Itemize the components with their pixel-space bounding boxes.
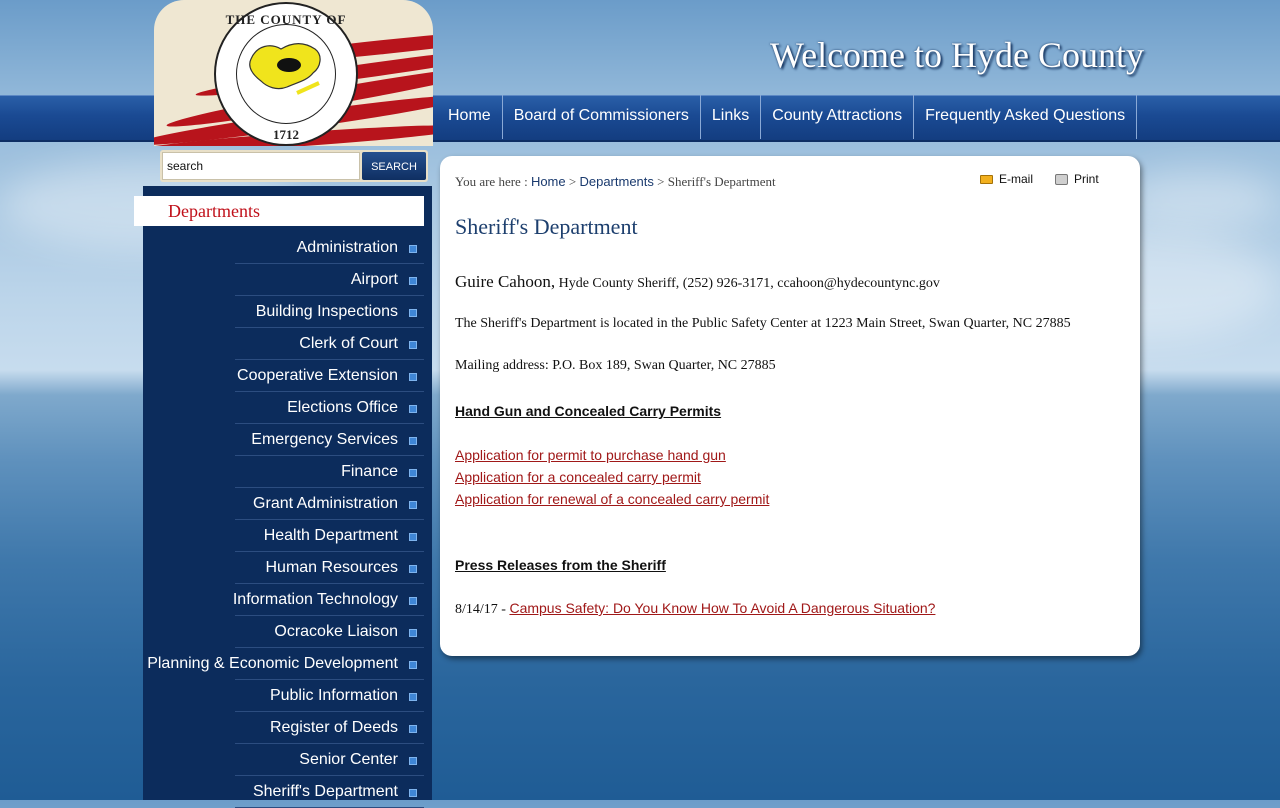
sidebar-menu: Administration Airport Building Inspecti… xyxy=(143,232,432,808)
sidebar-item-ocracoke-liaison[interactable]: Ocracoke Liaison xyxy=(143,616,432,648)
sidebar-item-health-department[interactable]: Health Department xyxy=(143,520,432,552)
sidebar-item-planning-economic-development[interactable]: Planning & Economic Development xyxy=(143,648,432,680)
print-button[interactable]: Print xyxy=(1055,172,1099,186)
bullet-icon xyxy=(409,277,417,285)
bullet-icon xyxy=(409,565,417,573)
sidebar-item-human-resources[interactable]: Human Resources xyxy=(143,552,432,584)
concealed-carry-link[interactable]: Application for a concealed carry permit xyxy=(455,469,701,485)
sidebar-item-clerk-of-court[interactable]: Clerk of Court xyxy=(143,328,432,360)
handgun-permit-link[interactable]: Application for permit to purchase hand … xyxy=(455,447,726,463)
email-icon xyxy=(980,174,993,184)
sidebar-item-label: Ocracoke Liaison xyxy=(274,623,398,640)
bullet-icon xyxy=(409,757,417,765)
sidebar-item-label: Building Inspections xyxy=(255,303,398,320)
bullet-icon xyxy=(409,789,417,797)
sheriff-name: Guire Cahoon, xyxy=(455,272,556,291)
bullet-icon xyxy=(409,469,417,477)
email-label: E-mail xyxy=(999,172,1034,186)
sidebar-item-finance[interactable]: Finance xyxy=(143,456,432,488)
bullet-icon xyxy=(409,437,417,445)
press-date: 8/14/17 - xyxy=(455,602,510,617)
sidebar-item-register-of-deeds[interactable]: Register of Deeds xyxy=(143,712,432,744)
email-button[interactable]: E-mail xyxy=(980,172,1033,186)
sidebar-item-elections-office[interactable]: Elections Office xyxy=(143,392,432,424)
sidebar-item-label: Airport xyxy=(350,271,398,288)
sidebar-item-grant-administration[interactable]: Grant Administration xyxy=(143,488,432,520)
sheriff-details: Hyde County Sheriff, (252) 926-3171, cca… xyxy=(555,276,940,291)
sidebar-item-label: Planning & Economic Development xyxy=(147,655,398,672)
page-title: Sheriff's Department xyxy=(455,214,638,239)
content-panel: You are here : Home > Departments > Sher… xyxy=(440,156,1140,656)
sidebar-item-sheriffs-department[interactable]: Sheriff's Department xyxy=(143,776,432,808)
sidebar-item-label: Sheriff's Department xyxy=(252,783,398,800)
sidebar-item-label: Emergency Services xyxy=(251,431,398,448)
sidebar-item-label: Health Department xyxy=(263,527,398,544)
nav-links[interactable]: Links xyxy=(701,95,762,139)
bullet-icon xyxy=(409,661,417,669)
bullet-icon xyxy=(409,597,417,605)
bullet-icon xyxy=(409,501,417,509)
breadcrumb-home-link[interactable]: Home xyxy=(531,174,566,189)
breadcrumb: You are here : Home > Departments > Sher… xyxy=(455,174,776,190)
nav-county-attractions[interactable]: County Attractions xyxy=(761,95,915,139)
county-map-icon xyxy=(249,43,321,95)
breadcrumb-prefix: You are here : xyxy=(455,174,531,189)
sidebar-item-label: Senior Center xyxy=(299,751,398,768)
sidebar-item-label: Grant Administration xyxy=(253,495,398,512)
breadcrumb-separator: > xyxy=(653,174,668,189)
welcome-heading: Welcome to Hyde County xyxy=(770,35,1145,75)
sidebar-heading: Departments xyxy=(134,196,424,226)
sidebar-item-information-technology[interactable]: Information Technology xyxy=(143,584,432,616)
breadcrumb-current: Sheriff's Department xyxy=(667,174,776,189)
press-release-item: 8/14/17 - Campus Safety: Do You Know How… xyxy=(455,600,935,618)
sidebar-item-public-information[interactable]: Public Information xyxy=(143,680,432,712)
bullet-icon xyxy=(409,693,417,701)
page-tools: E-mail Print xyxy=(980,172,1099,186)
sidebar-item-label: Cooperative Extension xyxy=(237,367,398,384)
mailing-address: Mailing address: P.O. Box 189, Swan Quar… xyxy=(455,358,776,373)
sidebar-item-label: Finance xyxy=(341,463,398,480)
bullet-icon xyxy=(409,533,417,541)
nav-faq[interactable]: Frequently Asked Questions xyxy=(914,95,1138,139)
print-label: Print xyxy=(1074,172,1099,186)
top-nav: Home Board of Commissioners Links County… xyxy=(437,95,1138,139)
bullet-icon xyxy=(409,725,417,733)
sidebar-item-label: Clerk of Court xyxy=(299,335,398,352)
seal-inner-ring xyxy=(236,24,336,124)
bullet-icon xyxy=(409,341,417,349)
concealed-carry-renewal-link[interactable]: Application for renewal of a concealed c… xyxy=(455,491,769,507)
nav-board-of-commissioners[interactable]: Board of Commissioners xyxy=(503,95,701,139)
sidebar-item-emergency-services[interactable]: Emergency Services xyxy=(143,424,432,456)
sidebar-item-label: Human Resources xyxy=(265,559,399,576)
bullet-icon xyxy=(409,309,417,317)
sidebar-item-label: Register of Deeds xyxy=(269,719,398,736)
search-input[interactable] xyxy=(162,152,360,180)
county-seal: THE COUNTY OF HYDE 1712 xyxy=(214,2,358,146)
sidebar-item-label: Public Information xyxy=(269,687,398,704)
seal-year: 1712 xyxy=(273,127,299,142)
sidebar-item-airport[interactable]: Airport xyxy=(143,264,432,296)
breadcrumb-departments-link[interactable]: Departments xyxy=(579,174,653,189)
nav-home[interactable]: Home xyxy=(437,95,503,139)
bullet-icon xyxy=(409,245,417,253)
sidebar-item-label: Elections Office xyxy=(287,399,398,416)
sidebar-item-administration[interactable]: Administration xyxy=(143,232,432,264)
sidebar-item-label: Information Technology xyxy=(232,591,398,608)
bullet-icon xyxy=(409,629,417,637)
sheriff-contact: Guire Cahoon, Hyde County Sheriff, (252)… xyxy=(455,272,940,292)
background-cloud xyxy=(1120,170,1280,230)
sidebar-item-building-inspections[interactable]: Building Inspections xyxy=(143,296,432,328)
location-text: The Sheriff's Department is located in t… xyxy=(455,316,1071,331)
sidebar-item-label: Administration xyxy=(296,239,398,256)
breadcrumb-separator: > xyxy=(565,174,580,189)
printer-icon xyxy=(1055,173,1069,185)
sidebar-item-senior-center[interactable]: Senior Center xyxy=(143,744,432,776)
bullet-icon xyxy=(409,373,417,381)
press-releases-heading: Press Releases from the Sheriff xyxy=(455,557,666,573)
permits-heading: Hand Gun and Concealed Carry Permits xyxy=(455,403,722,419)
search-button[interactable]: SEARCH xyxy=(362,152,426,180)
sidebar-item-cooperative-extension[interactable]: Cooperative Extension xyxy=(143,360,432,392)
bullet-icon xyxy=(409,405,417,413)
press-release-link[interactable]: Campus Safety: Do You Know How To Avoid … xyxy=(509,600,935,616)
